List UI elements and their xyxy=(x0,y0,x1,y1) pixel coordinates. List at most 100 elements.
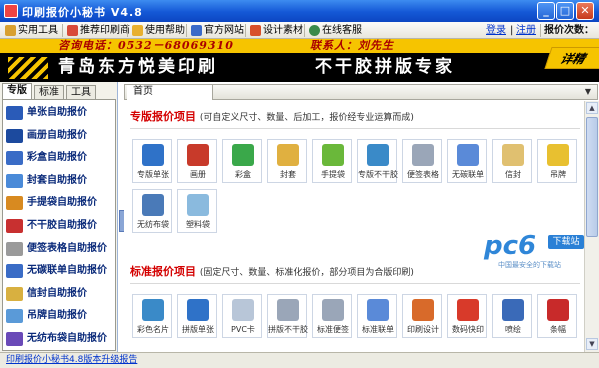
cloth-bag-icon xyxy=(142,194,164,216)
section1-item[interactable]: 无碳联单 xyxy=(447,139,487,183)
tab-home[interactable]: 首页 xyxy=(127,85,213,100)
section1-item[interactable]: 画册 xyxy=(177,139,217,183)
section2-item-label: 拼版单张 xyxy=(182,325,214,334)
service-button[interactable]: 在线客服 xyxy=(308,23,362,38)
ad-banner[interactable]: 咨询电话：0532－68069310 联系人：刘先生 青岛东方悦美印刷 不干胶拼… xyxy=(0,39,599,82)
section2-item-label: 标准便签 xyxy=(317,325,349,334)
design-button[interactable]: 设计素材 xyxy=(249,23,303,38)
section1-item-label: 画册 xyxy=(190,170,206,179)
section1-item-label: 专版不干胶 xyxy=(358,170,398,179)
left-menu-item[interactable]: 彩盒自助报价 xyxy=(3,147,117,169)
section1-item[interactable]: 专版单张 xyxy=(132,139,172,183)
banner-icon xyxy=(547,299,569,321)
cubes-icon xyxy=(232,144,254,166)
left-menu-item[interactable]: 便签表格自助报价 xyxy=(3,238,117,260)
tools-icon xyxy=(5,25,16,36)
toolbar-separator xyxy=(245,24,246,37)
vertical-scrollbar[interactable]: ▲ ▼ xyxy=(584,101,599,352)
section1-item-label: 无碳联单 xyxy=(452,170,484,179)
section2-item-label: 数码快印 xyxy=(452,325,484,334)
section1-item[interactable]: 手提袋 xyxy=(312,139,352,183)
help-label: 使用帮助 xyxy=(145,25,185,36)
section2-item[interactable]: 标准便签 xyxy=(312,294,352,338)
minimize-button[interactable]: _ xyxy=(537,2,555,20)
banner-stripes xyxy=(8,57,48,79)
scroll-thumb[interactable] xyxy=(586,117,598,237)
recommend-label: 推荐印刷商 xyxy=(80,25,130,36)
tab-standard[interactable]: 标准 xyxy=(34,85,64,99)
website-label: 官方网站 xyxy=(204,25,244,36)
tab-bar: 首页 ▼ xyxy=(124,84,598,100)
section1-item[interactable]: 塑料袋 xyxy=(177,189,217,233)
card-icon xyxy=(142,299,164,321)
section2-item[interactable]: 标准联单 xyxy=(357,294,397,338)
status-bar: 印刷报价小秘书4.8版本升级报告 xyxy=(0,352,599,368)
tools-button[interactable]: 实用工具 xyxy=(4,23,58,38)
forms-icon xyxy=(457,144,479,166)
quote-count-label: 报价次数： xyxy=(544,25,594,36)
section2-item-label: 印刷设计 xyxy=(407,325,439,334)
left-menu-label: 信封自助报价 xyxy=(27,287,87,299)
section1-item-label: 彩盒 xyxy=(235,170,251,179)
tab-special[interactable]: 专版 xyxy=(2,83,32,99)
home-content: 专版报价项目 (可自定义尺寸、数量、后加工，报价经专业运算而成) 标准报价项目 … xyxy=(124,101,584,352)
label-icon xyxy=(367,144,389,166)
section-special-title: 专版报价项目 (可自定义尺寸、数量、后加工，报价经专业运算而成) xyxy=(130,110,414,125)
scroll-up-button[interactable]: ▲ xyxy=(586,102,598,114)
service-label: 在线客服 xyxy=(322,25,362,36)
section2-item[interactable]: 拼版单张 xyxy=(177,294,217,338)
link-separator: | xyxy=(510,25,514,36)
recommend-icon xyxy=(67,25,78,36)
section1-item[interactable]: 信封 xyxy=(492,139,532,183)
upgrade-report-link[interactable]: 印刷报价小秘书4.8版本升级报告 xyxy=(6,354,137,367)
section2-item[interactable]: 印刷设计 xyxy=(402,294,442,338)
left-menu-item[interactable]: 单张自助报价 xyxy=(3,102,117,124)
toolbar-separator xyxy=(304,24,305,37)
section-special-heading: 专版报价项目 xyxy=(130,110,196,123)
website-button[interactable]: 官方网站 xyxy=(190,23,244,38)
envelope-icon xyxy=(6,173,23,188)
scroll-down-button[interactable]: ▼ xyxy=(586,338,598,350)
left-menu-item[interactable]: 手提袋自助报价 xyxy=(3,192,117,214)
help-button[interactable]: 使用帮助 xyxy=(131,23,185,38)
app-icon xyxy=(4,4,18,18)
section1-item[interactable]: 无纺布袋 xyxy=(132,189,172,233)
section1-item-label: 吊牌 xyxy=(550,170,566,179)
left-menu-item[interactable]: 封套自助报价 xyxy=(3,170,117,192)
section2-item[interactable]: 拼版不干胶 xyxy=(267,294,308,338)
register-link[interactable]: 注册 xyxy=(516,23,536,38)
left-menu-item[interactable]: 画册自助报价 xyxy=(3,125,117,147)
section2-item[interactable]: 喷绘 xyxy=(492,294,532,338)
recommend-button[interactable]: 推荐印刷商 xyxy=(66,23,130,38)
left-menu-label: 无纺布袋自助报价 xyxy=(27,333,107,344)
section2-item[interactable]: 条幅 xyxy=(537,294,577,338)
section1-item[interactable]: 彩盒 xyxy=(222,139,262,183)
left-menu-item[interactable]: 无纺布袋自助报价 xyxy=(3,328,117,350)
section1-item[interactable]: 便签表格 xyxy=(402,139,442,183)
login-link[interactable]: 登录 xyxy=(486,23,506,38)
section2-item[interactable]: 数码快印 xyxy=(447,294,487,338)
maximize-button[interactable]: □ xyxy=(556,2,574,20)
globe-icon xyxy=(187,299,209,321)
section2-item[interactable]: PVC卡 xyxy=(222,294,262,338)
banner-detail-button[interactable]: 详精 xyxy=(544,47,599,69)
left-menu-item[interactable]: 不干胶自助报价 xyxy=(3,215,117,237)
left-menu-item[interactable]: 无碳联单自助报价 xyxy=(3,260,117,282)
left-menu-item[interactable]: 吊牌自助报价 xyxy=(3,305,117,327)
tab-tools[interactable]: 工具 xyxy=(66,85,96,99)
left-menu-item[interactable]: 信封自助报价 xyxy=(3,283,117,305)
section-divider xyxy=(130,283,580,284)
left-menu-label: 无碳联单自助报价 xyxy=(27,265,107,277)
label-icon xyxy=(277,299,299,321)
section1-item[interactable]: 专版不干胶 xyxy=(357,139,398,183)
close-button[interactable]: ✕ xyxy=(576,2,594,20)
banner-phone: 咨询电话：0532－68069310 xyxy=(58,39,234,52)
section2-item[interactable]: 彩色名片 xyxy=(132,294,172,338)
chevron-down-icon[interactable]: ▼ xyxy=(582,87,594,97)
left-menu: 单张自助报价 画册自助报价 彩盒自助报价封套自助报价手提袋自助报价 不干胶自助报价 便签… xyxy=(2,99,116,351)
left-menu-label: 封套自助报价 xyxy=(27,174,87,186)
doc-icon xyxy=(322,299,344,321)
section1-item[interactable]: 吊牌 xyxy=(537,139,577,183)
service-icon xyxy=(309,25,320,36)
section1-item[interactable]: 封套 xyxy=(267,139,307,183)
